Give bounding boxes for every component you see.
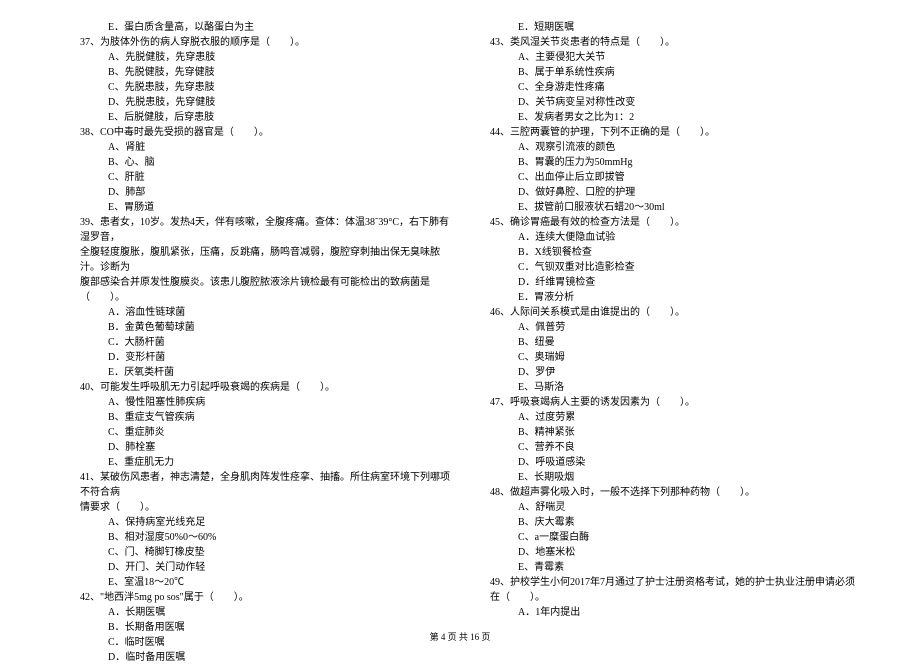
option: E．蛋白质含量高，以酪蛋白为主 [80, 20, 450, 35]
option: C、全身游走性疼痛 [490, 80, 860, 95]
option: B、心、脑 [80, 155, 450, 170]
page-footer: 第 4 页 共 16 页 [0, 631, 920, 645]
question-48: 48、做超声雾化吸入时，一般不选择下列那种药物（ ）。 [490, 485, 860, 500]
option: C、重症肺炎 [80, 425, 450, 440]
option: D、肺部 [80, 185, 450, 200]
question-45: 45、确诊胃癌最有效的检查方法是（ ）。 [490, 215, 860, 230]
option: E、室温18～20℃ [80, 575, 450, 590]
option: A、舒喘灵 [490, 500, 860, 515]
option: B、庆大霉素 [490, 515, 860, 530]
option: B、精神紧张 [490, 425, 860, 440]
option: D、关节病变呈对称性改变 [490, 95, 860, 110]
option: D、做好鼻腔、口腔的护理 [490, 185, 860, 200]
question-42: 42、"地西泮5mg po sos"属于（ ）。 [80, 590, 450, 605]
option: C、出血停止后立即拔管 [490, 170, 860, 185]
option: D、先脱患肢，先穿健肢 [80, 95, 450, 110]
option: C、肝脏 [80, 170, 450, 185]
option: C．气钡双重对比造影检查 [490, 260, 860, 275]
option: D．临时备用医嘱 [80, 650, 450, 665]
question-continuation: 全腹轻度腹胀，腹肌紧张，压痛，反跳痛，肠鸣音减弱，腹腔穿刺抽出保无臭味脓汁。诊断… [80, 245, 450, 275]
left-column: E．蛋白质含量高，以酪蛋白为主 37、为肢体外伤的病人穿脱衣服的顺序是（ ）。 … [80, 20, 450, 665]
right-column: E．短期医嘱 43、类风湿关节炎患者的特点是（ ）。 A、主要侵犯大关节 B、属… [490, 20, 860, 665]
option: B．X线钡餐检查 [490, 245, 860, 260]
question-38: 38、CO中毒时最先受损的器官是（ ）。 [80, 125, 450, 140]
question-39: 39、患者女，10岁。发热4天，伴有咳嗽，全腹疼痛。查体：体温38˜39°C，右… [80, 215, 450, 245]
option: A、肾脏 [80, 140, 450, 155]
page-columns: E．蛋白质含量高，以酪蛋白为主 37、为肢体外伤的病人穿脱衣服的顺序是（ ）。 … [80, 20, 860, 665]
option: E、青霉素 [490, 560, 860, 575]
option: B、胃囊的压力为50mmHg [490, 155, 860, 170]
option: B、先脱健肢，先穿健肢 [80, 65, 450, 80]
option: E．厌氧类杆菌 [80, 365, 450, 380]
option: B、属于单系统性疾病 [490, 65, 860, 80]
question-41: 41、某破伤风患者，神志清楚，全身肌肉阵发性痉挛、抽搐。所住病室环境下列哪项不符… [80, 470, 450, 500]
option: E、发病者男女之比为1：2 [490, 110, 860, 125]
question-49: 49、护校学生小何2017年7月通过了护士注册资格考试，她的护士执业注册申请必须… [490, 575, 860, 605]
option: A、保持病室光线充足 [80, 515, 450, 530]
option: D．纤维胃镜检查 [490, 275, 860, 290]
option: B、相对湿度50%0～60% [80, 530, 450, 545]
option: A、佩普劳 [490, 320, 860, 335]
option: E、后脱健肢，后穿患肢 [80, 110, 450, 125]
option: C．大肠杆菌 [80, 335, 450, 350]
option: D．变形杆菌 [80, 350, 450, 365]
option: A、观察引流液的颜色 [490, 140, 860, 155]
option: A、先脱健肢，先穿患肢 [80, 50, 450, 65]
option: E、马斯洛 [490, 380, 860, 395]
question-47: 47、呼吸衰竭病人主要的诱发因素为（ ）。 [490, 395, 860, 410]
option: C、门、椅脚钉橡皮垫 [80, 545, 450, 560]
question-40: 40、可能发生呼吸肌无力引起呼吸衰竭的疾病是（ ）。 [80, 380, 450, 395]
option: E、长期吸烟 [490, 470, 860, 485]
option: C、a一糜蛋白酶 [490, 530, 860, 545]
question-continuation: 情要求（ ）。 [80, 500, 450, 515]
option: A、慢性阻塞性肺疾病 [80, 395, 450, 410]
option: E．胃液分析 [490, 290, 860, 305]
question-44: 44、三腔两囊管的护理，下列不正确的是（ ）。 [490, 125, 860, 140]
option: E、胃肠道 [80, 200, 450, 215]
option: A、过度劳累 [490, 410, 860, 425]
question-43: 43、类风湿关节炎患者的特点是（ ）。 [490, 35, 860, 50]
option: A、主要侵犯大关节 [490, 50, 860, 65]
option: D、地塞米松 [490, 545, 860, 560]
option: E．短期医嘱 [490, 20, 860, 35]
option: B、纽曼 [490, 335, 860, 350]
option: A．长期医嘱 [80, 605, 450, 620]
option: C、营养不良 [490, 440, 860, 455]
option: A．连续大便隐血试验 [490, 230, 860, 245]
option: A．1年内提出 [490, 605, 860, 620]
option: D、呼吸道感染 [490, 455, 860, 470]
option: E、重症肌无力 [80, 455, 450, 470]
option: A．溶血性链球菌 [80, 305, 450, 320]
option: C、奥瑞姆 [490, 350, 860, 365]
option: B、重症支气管疾病 [80, 410, 450, 425]
option: B．金黄色葡萄球菌 [80, 320, 450, 335]
option: D、肺栓塞 [80, 440, 450, 455]
option: D、罗伊 [490, 365, 860, 380]
question-37: 37、为肢体外伤的病人穿脱衣服的顺序是（ ）。 [80, 35, 450, 50]
option: D、开门、关门动作轻 [80, 560, 450, 575]
question-continuation: 腹部感染合并原发性腹膜炎。该患儿腹腔脓液涂片镜检最有可能检出的致病菌是（ ）。 [80, 275, 450, 305]
question-46: 46、人际间关系模式是由谁提出的（ ）。 [490, 305, 860, 320]
option: E、拔管前口服液状石蜡20～30ml [490, 200, 860, 215]
option: C、先脱患肢，先穿患肢 [80, 80, 450, 95]
